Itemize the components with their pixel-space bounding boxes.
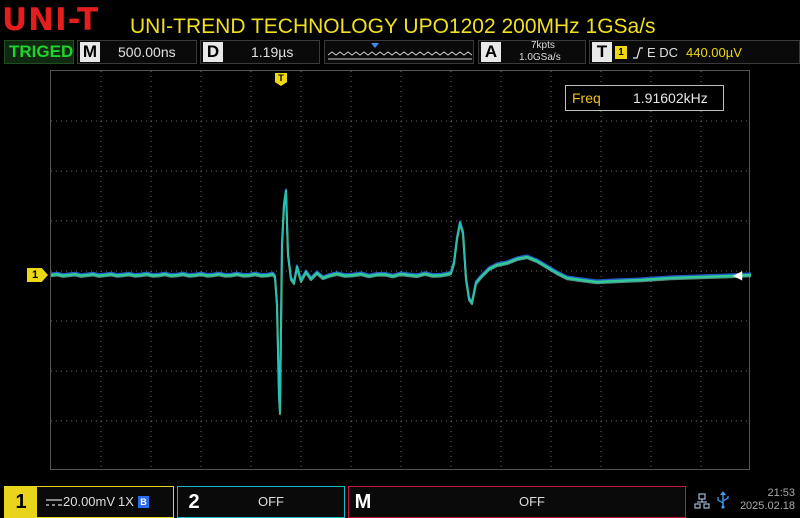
timebase-control[interactable]: M 500.00ns [77, 40, 197, 64]
ch1-waveform-trace [51, 188, 751, 413]
dc-coupling-icon [46, 499, 62, 506]
ch2-number: 2 [188, 491, 200, 513]
trigger-mode: E DC [647, 45, 679, 60]
trigger-level: 440.00µV [686, 45, 742, 60]
graticule [51, 71, 751, 471]
ch2-settings[interactable]: 2 OFF [177, 486, 345, 518]
freq-label: Freq [572, 90, 601, 106]
timebase-label: M [80, 42, 100, 62]
trigger-source-badge: 1 [615, 46, 627, 59]
freq-value: 1.91602kHz [633, 90, 708, 106]
trigger-status-badge[interactable]: TRIGED [4, 40, 74, 64]
delay-control[interactable]: D 1.19µs [200, 40, 320, 64]
ch1-waveform-trace [51, 191, 751, 416]
trigger-label: T [592, 42, 612, 62]
acq-rate: 1.0GSa/s [519, 52, 561, 63]
ch1-waveform-trace [51, 191, 751, 415]
ch1-probe: 1X [118, 494, 134, 509]
bandwidth-limit-badge: B [138, 496, 149, 508]
delay-value: 1.19µs [251, 44, 294, 60]
network-icon[interactable] [694, 493, 710, 509]
acq-label: A [481, 42, 501, 62]
math-settings[interactable]: M OFF [348, 486, 686, 518]
trigger-level-arrow-icon[interactable]: ◀ [733, 268, 742, 282]
frequency-measurement[interactable]: Freq 1.91602kHz [565, 85, 724, 111]
status-bar: TRIGED M 500.00ns D 1.19µs A 7kpts 1.0GS… [0, 40, 800, 64]
math-state: OFF [519, 494, 545, 509]
ch1-scale: 20.00mV [63, 494, 116, 509]
ch1-settings[interactable]: 1 20.00mV 1X B [4, 486, 174, 518]
header: UNI-T UNI-TREND TECHNOLOGY UPO1202 200MH… [0, 0, 800, 40]
acquisition-control[interactable]: A 7kpts 1.0GSa/s [478, 40, 586, 64]
ch2-state: OFF [258, 494, 284, 509]
waveform-display[interactable] [50, 70, 751, 471]
uni-t-logo: UNI-T [2, 2, 100, 38]
usb-icon[interactable] [716, 491, 730, 509]
acq-points: 7kpts [531, 40, 555, 51]
channel-bar: 1 20.00mV 1X B 2 OFF M OFF [0, 484, 800, 518]
memory-waveform-icon [327, 43, 473, 60]
timebase-value: 500.00ns [118, 44, 176, 60]
clock: 21:53 2025.02.18 [735, 487, 795, 513]
ch1-number: 1 [5, 487, 37, 517]
ch1-waveform-trace [51, 190, 751, 415]
clock-time: 21:53 [767, 487, 795, 499]
trigger-control[interactable]: T 1 E DC 440.00µV [589, 40, 800, 64]
math-label: M [354, 491, 372, 513]
model-title: UNI-TREND TECHNOLOGY UPO1202 200MHz 1GSa… [130, 15, 656, 38]
memory-position-bar[interactable] [324, 40, 474, 64]
ch1-offset-marker[interactable]: 1 [27, 268, 48, 282]
delay-label: D [203, 42, 223, 62]
rising-edge-icon [633, 47, 643, 59]
clock-date: 2025.02.18 [739, 500, 795, 512]
